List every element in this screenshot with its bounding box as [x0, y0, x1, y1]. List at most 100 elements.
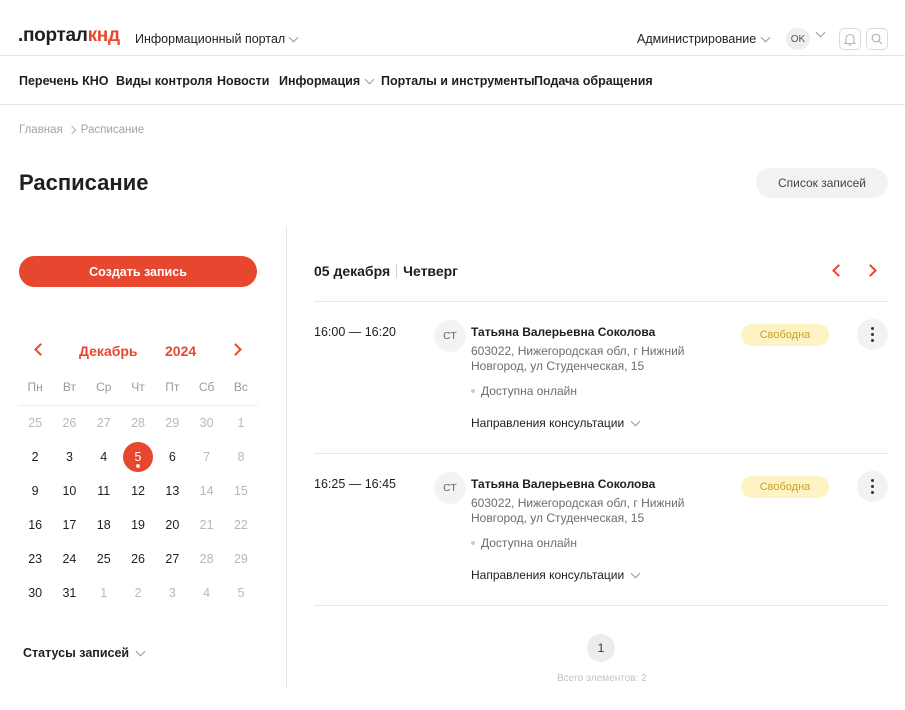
chevron-down-icon — [630, 568, 641, 578]
schedule-slot: 16:25 — 16:45 СТ Татьяна Валерьевна Соко… — [314, 471, 888, 629]
calendar-day[interactable]: 5 — [224, 576, 258, 610]
record-statuses-toggle[interactable]: Статусы записей — [23, 646, 146, 660]
calendar-day[interactable]: 16 — [18, 508, 52, 542]
online-label: Доступна онлайн — [481, 384, 578, 398]
calendar-day[interactable]: 17 — [52, 508, 86, 542]
calendar-day[interactable]: 25 — [18, 406, 52, 440]
create-record-button[interactable]: Создать запись — [19, 256, 257, 287]
nav-item-information[interactable]: Информация — [279, 74, 375, 88]
calendar-day[interactable]: 18 — [87, 508, 121, 542]
admin-menu-label: Администрирование — [637, 32, 757, 46]
calendar-day[interactable]: 27 — [155, 542, 189, 576]
calendar-day[interactable]: 31 — [52, 576, 86, 610]
schedule-slot: 16:00 — 16:20 СТ Татьяна Валерьевна Соко… — [314, 319, 888, 477]
weekday-label: Ср — [96, 380, 112, 394]
calendar-day[interactable]: 11 — [87, 474, 121, 508]
chevron-down-icon — [288, 32, 299, 42]
weekday-label: Пн — [27, 380, 43, 394]
nav-item-kno-list[interactable]: Перечень КНО — [19, 74, 109, 88]
calendar-day[interactable]: 29 — [155, 406, 189, 440]
divider — [314, 453, 888, 454]
calendar-day[interactable]: 30 — [189, 406, 223, 440]
calendar-day[interactable]: 24 — [52, 542, 86, 576]
calendar-day[interactable]: 1 — [224, 406, 258, 440]
more-actions-button[interactable] — [857, 471, 888, 502]
records-list-button[interactable]: Список записей — [756, 168, 888, 198]
calendar-day[interactable]: 19 — [121, 508, 155, 542]
calendar-day[interactable]: 6 — [155, 440, 189, 474]
next-day-arrow-icon[interactable] — [864, 264, 877, 277]
notifications-bell-button[interactable] — [839, 28, 861, 50]
status-dot-icon — [471, 389, 475, 393]
search-button[interactable] — [866, 28, 888, 50]
breadcrumb-home-link[interactable]: Главная — [19, 124, 63, 136]
nav-item-control-types[interactable]: Виды контроля — [116, 74, 212, 88]
specialist-address: 603022, Нижегородская обл, г Нижний Новг… — [471, 496, 685, 525]
schedule-day-header: 05 декабря Четверг — [314, 263, 458, 279]
admin-menu-dropdown[interactable]: Администрирование — [637, 32, 771, 46]
calendar-day[interactable]: 29 — [224, 542, 258, 576]
calendar-day[interactable]: 12 — [121, 474, 155, 508]
calendar-day[interactable]: 20 — [155, 508, 189, 542]
divider — [314, 605, 888, 606]
schedule-date: 05 декабря — [314, 263, 391, 279]
weekday-label: Вт — [62, 380, 76, 394]
calendar-day[interactable]: 26 — [121, 542, 155, 576]
calendar-day[interactable]: 2 — [121, 576, 155, 610]
online-label: Доступна онлайн — [481, 536, 578, 550]
calendar-day[interactable]: 4 — [87, 440, 121, 474]
consultation-directions-label: Направления консультации — [471, 568, 625, 582]
calendar-days-grid: 25 26 27 28 29 30 1 2 3 4 5 6 7 8 9 10 11 12 13 14 15 16 17 18 1… — [18, 406, 258, 610]
calendar-day[interactable]: 10 — [52, 474, 86, 508]
next-month-arrow-icon[interactable] — [229, 343, 242, 356]
calendar-day[interactable]: 9 — [18, 474, 52, 508]
calendar-day[interactable]: 3 — [52, 440, 86, 474]
event-dot-icon — [136, 464, 141, 468]
prev-month-arrow-icon[interactable] — [34, 343, 47, 356]
calendar-day[interactable]: 21 — [189, 508, 223, 542]
calendar-day[interactable]: 3 — [155, 576, 189, 610]
calendar-day[interactable]: 1 — [87, 576, 121, 610]
chevron-down-icon — [630, 416, 641, 426]
consultation-directions-toggle[interactable]: Направления консультации — [471, 416, 641, 430]
calendar-day[interactable]: 25 — [87, 542, 121, 576]
calendar-day[interactable]: 14 — [189, 474, 223, 508]
chevron-down-icon[interactable] — [815, 27, 826, 38]
calendar-day[interactable]: 8 — [224, 440, 258, 474]
calendar-day[interactable]: 28 — [189, 542, 223, 576]
prev-day-arrow-icon[interactable] — [832, 264, 845, 277]
portal-switch-dropdown[interactable]: Информационный портал — [135, 32, 299, 46]
weekday-label: Пт — [165, 380, 180, 394]
nav-item-submit-appeal[interactable]: Подача обращения — [534, 74, 653, 88]
consultation-directions-toggle[interactable]: Направления консультации — [471, 568, 641, 582]
calendar-day-selected[interactable]: 5 — [121, 440, 155, 474]
chevron-right-icon — [67, 125, 77, 135]
weekday-label: Вс — [233, 380, 248, 394]
calendar-day[interactable]: 13 — [155, 474, 189, 508]
calendar-day[interactable]: 22 — [224, 508, 258, 542]
nav-item-news[interactable]: Новости — [217, 74, 269, 88]
nav-item-portals-tools[interactable]: Порталы и инструменты — [381, 74, 535, 88]
page-title: Расписание — [19, 170, 149, 195]
more-actions-button[interactable] — [857, 319, 888, 350]
divider — [314, 301, 888, 302]
nav-item-information-label: Информация — [279, 74, 361, 88]
calendar-day[interactable]: 2 — [18, 440, 52, 474]
calendar-day[interactable]: 15 — [224, 474, 258, 508]
calendar-day[interactable]: 28 — [121, 406, 155, 440]
online-availability: Доступна онлайн — [471, 536, 577, 550]
user-avatar[interactable]: OK — [786, 28, 810, 50]
main-navigation: Перечень КНО Виды контроля Новости Инфор… — [0, 57, 905, 105]
consultation-directions-label: Направления консультации — [471, 416, 625, 430]
calendar-day[interactable]: 23 — [18, 542, 52, 576]
calendar-day[interactable]: 30 — [18, 576, 52, 610]
calendar-year[interactable]: 2024 — [165, 343, 196, 359]
calendar-day[interactable]: 4 — [189, 576, 223, 610]
calendar-day[interactable]: 27 — [87, 406, 121, 440]
calendar-month[interactable]: Декабрь — [79, 343, 138, 359]
calendar-day[interactable]: 26 — [52, 406, 86, 440]
calendar-day[interactable]: 7 — [189, 440, 223, 474]
record-statuses-label: Статусы записей — [23, 646, 130, 660]
portal-logo[interactable]: .порталкнд — [18, 25, 120, 47]
pagination-page-button[interactable]: 1 — [587, 634, 615, 662]
